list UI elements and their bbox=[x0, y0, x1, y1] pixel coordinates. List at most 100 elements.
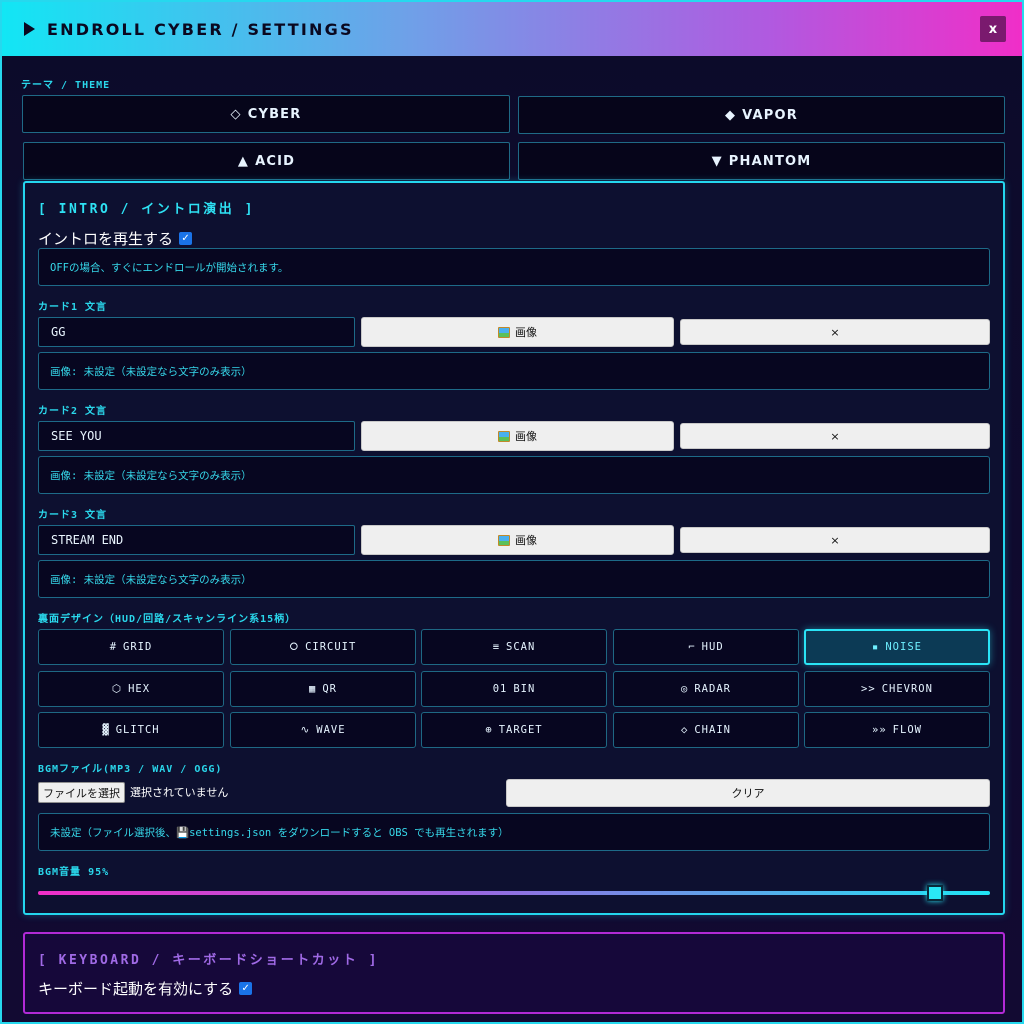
title-bar: ENDROLL CYBER / SETTINGS x bbox=[2, 2, 1022, 56]
choose-file-button[interactable]: ファイルを選択 bbox=[38, 782, 125, 803]
design-glitch-button[interactable]: ▓ GLITCH bbox=[38, 712, 224, 748]
design-target-button[interactable]: ⊕ TARGET bbox=[421, 712, 607, 748]
bgm-volume-label: BGM音量 95% bbox=[38, 867, 110, 878]
file-status: 選択されていません bbox=[130, 786, 229, 799]
card2-clear-button[interactable]: × bbox=[680, 423, 990, 449]
bgm-volume-thumb[interactable] bbox=[927, 885, 943, 901]
design-hex-button[interactable]: ⬡ HEX bbox=[38, 671, 224, 707]
bgm-clear-button[interactable]: クリア bbox=[506, 779, 990, 807]
card3-image-label: 画像 bbox=[515, 534, 537, 547]
design-chain-button[interactable]: ◇ CHAIN bbox=[613, 712, 799, 748]
card3-label: カード3 文言 bbox=[38, 510, 108, 521]
design-qr-label: QR bbox=[322, 683, 337, 695]
design-noise-button[interactable]: ▪ NOISE bbox=[804, 629, 990, 665]
triangle-up-icon: ▲ bbox=[237, 153, 250, 169]
card2-text-input[interactable]: SEE YOU bbox=[38, 421, 355, 451]
theme-label-vapor: VAPOR bbox=[742, 107, 799, 123]
design-circuit-label: CIRCUIT bbox=[305, 641, 357, 653]
theme-phantom-button[interactable]: ▼ PHANTOM bbox=[518, 142, 1005, 180]
bgm-note: 未設定（ファイル選択後、💾settings.json をダウンロードすると OB… bbox=[38, 813, 990, 851]
intro-play-label: イントロを再生する bbox=[38, 230, 174, 248]
intro-note: OFFの場合、すぐにエンドロールが開始されます。 bbox=[38, 248, 990, 286]
design-circuit-icon: ⭘ bbox=[289, 640, 300, 653]
design-flow-label: FLOW bbox=[892, 724, 922, 736]
design-wave-label: WAVE bbox=[316, 724, 346, 736]
card1-image-note: 画像: 未設定（未設定なら文字のみ表示） bbox=[38, 352, 990, 390]
design-chevron-button[interactable]: >> CHEVRON bbox=[804, 671, 990, 707]
card3-image-button[interactable]: 画像 bbox=[361, 525, 674, 555]
design-hud-icon: ⌐ bbox=[688, 641, 696, 653]
theme-label-phantom: PHANTOM bbox=[728, 153, 812, 169]
design-bin-icon: 01 bbox=[492, 683, 508, 695]
design-chain-label: CHAIN bbox=[694, 724, 731, 736]
card1-text-input[interactable]: GG bbox=[38, 317, 355, 347]
design-flow-button[interactable]: »» FLOW bbox=[804, 712, 990, 748]
design-grid-button[interactable]: # GRID bbox=[38, 629, 224, 665]
card1-clear-button[interactable]: × bbox=[680, 319, 990, 345]
keyboard-enable-checkbox[interactable]: ✓ bbox=[239, 982, 253, 995]
diamond-outline-icon: ◇ bbox=[230, 106, 242, 122]
settings-window: ENDROLL CYBER / SETTINGS x テーマ / THEME ◇… bbox=[0, 0, 1024, 1024]
design-chevron-icon: >> bbox=[861, 683, 876, 695]
bgm-label: BGMファイル(MP3 / WAV / OGG) bbox=[38, 764, 223, 775]
design-glitch-label: GLITCH bbox=[115, 724, 160, 736]
triangle-down-icon: ▼ bbox=[711, 153, 723, 169]
design-circuit-button[interactable]: ⭘ CIRCUIT bbox=[230, 629, 416, 665]
design-hud-button[interactable]: ⌐ HUD bbox=[613, 629, 799, 665]
design-label: 裏面デザイン（HUD/回路/スキャンライン系15柄） bbox=[38, 614, 297, 625]
card1-label: カード1 文言 bbox=[38, 302, 108, 313]
design-target-icon: ⊕ bbox=[485, 724, 493, 736]
design-qr-button[interactable]: ▦ QR bbox=[230, 671, 416, 707]
card2-image-note: 画像: 未設定（未設定なら文字のみ表示） bbox=[38, 456, 990, 494]
design-hud-label: HUD bbox=[701, 641, 724, 653]
card2-image-label: 画像 bbox=[515, 430, 537, 443]
design-flow-icon: »» bbox=[872, 724, 887, 736]
close-button[interactable]: x bbox=[980, 16, 1006, 42]
card1-image-button[interactable]: 画像 bbox=[361, 317, 674, 347]
keyboard-heading: [ KEYBOARD / キーボードショートカット ] bbox=[38, 953, 379, 968]
bgm-volume-slider[interactable] bbox=[38, 891, 990, 895]
design-grid-icon: # bbox=[109, 641, 118, 653]
design-radar-icon: ◎ bbox=[681, 683, 689, 695]
window-title: ENDROLL CYBER / SETTINGS bbox=[47, 19, 354, 39]
theme-label-cyber: CYBER bbox=[247, 106, 302, 122]
design-hex-label: HEX bbox=[128, 683, 151, 695]
design-hex-icon: ⬡ bbox=[111, 683, 123, 695]
image-icon bbox=[498, 326, 510, 338]
image-icon bbox=[498, 430, 510, 442]
design-scan-icon: ≡ bbox=[492, 641, 501, 653]
design-bin-button[interactable]: 01 BIN bbox=[421, 671, 607, 707]
design-noise-icon: ▪ bbox=[872, 641, 880, 653]
card1-image-label: 画像 bbox=[515, 326, 537, 339]
design-chain-icon: ◇ bbox=[681, 724, 689, 736]
intro-heading: [ INTRO / イントロ演出 ] bbox=[38, 202, 255, 217]
keyboard-panel bbox=[23, 932, 1005, 1014]
theme-label-acid: ACID bbox=[255, 153, 296, 169]
theme-vapor-button[interactable]: ◆ VAPOR bbox=[518, 96, 1005, 134]
intro-play-checkbox[interactable]: ✓ bbox=[179, 232, 193, 245]
card3-clear-button[interactable]: × bbox=[680, 527, 990, 553]
design-target-label: TARGET bbox=[498, 724, 543, 736]
design-noise-label: NOISE bbox=[885, 641, 922, 653]
design-scan-button[interactable]: ≡ SCAN bbox=[421, 629, 607, 665]
design-radar-label: RADAR bbox=[694, 683, 731, 695]
card3-text-input[interactable]: STREAM END bbox=[38, 525, 355, 555]
design-chevron-label: CHEVRON bbox=[881, 683, 933, 695]
keyboard-enable-label: キーボード起動を有効にする bbox=[38, 980, 234, 998]
design-qr-icon: ▦ bbox=[309, 683, 317, 695]
image-icon bbox=[498, 534, 510, 546]
design-wave-button[interactable]: ∿ WAVE bbox=[230, 712, 416, 748]
keyboard-enable-row[interactable]: キーボード起動を有効にする ✓ bbox=[38, 978, 253, 999]
card2-label: カード2 文言 bbox=[38, 406, 108, 417]
theme-acid-button[interactable]: ▲ ACID bbox=[23, 142, 510, 180]
theme-cyber-button[interactable]: ◇ CYBER bbox=[22, 95, 510, 133]
design-bin-label: BIN bbox=[513, 683, 536, 695]
design-scan-label: SCAN bbox=[506, 641, 536, 653]
diamond-filled-icon: ◆ bbox=[724, 107, 737, 123]
design-glitch-icon: ▓ bbox=[102, 724, 110, 736]
intro-play-row[interactable]: イントロを再生する ✓ bbox=[38, 228, 193, 249]
design-grid-label: GRID bbox=[123, 641, 153, 653]
card2-image-button[interactable]: 画像 bbox=[361, 421, 674, 451]
theme-label: テーマ / THEME bbox=[21, 80, 111, 91]
design-radar-button[interactable]: ◎ RADAR bbox=[613, 671, 799, 707]
